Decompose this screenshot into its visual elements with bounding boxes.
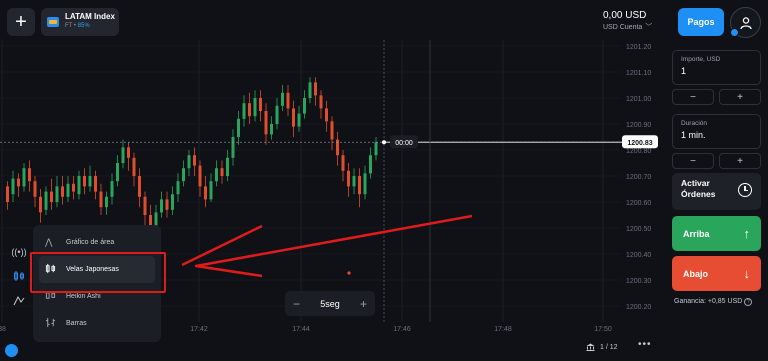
arriba-label: Arriba: [683, 228, 710, 239]
trade-panel: Importe, USD 1 − + Duración 1 min. − +: [672, 50, 762, 178]
duration-steppers: − +: [672, 153, 762, 169]
timeframe-selector: − 5seg +: [285, 291, 375, 316]
profit-info: Ganancia: +0,85 USD?: [674, 298, 753, 306]
duration-label: Duración: [681, 120, 708, 127]
amount-decrease-button[interactable]: −: [672, 89, 714, 105]
duration-increase-button[interactable]: +: [719, 153, 761, 169]
trading-app: + LATAM Index FT • 85% 0,00 USD USD Cuen…: [0, 0, 768, 361]
page-indicator[interactable]: 1 / 12: [586, 343, 618, 351]
clock-icon: [738, 183, 752, 197]
page-count: 1 / 12: [600, 343, 618, 351]
bottom-bar: [0, 340, 660, 361]
bank-icon: [586, 343, 595, 351]
abajo-button[interactable]: Abajo ↓: [672, 256, 761, 291]
abajo-label: Abajo: [683, 268, 709, 279]
profit-text: Ganancia: +0,85 USD: [674, 298, 743, 305]
arrow-down-icon: ↓: [743, 266, 751, 281]
help-icon[interactable]: ?: [744, 298, 753, 306]
app-logo-icon[interactable]: [5, 344, 18, 357]
amount-steppers: − +: [672, 89, 762, 105]
pagos-button[interactable]: Pagos: [678, 8, 724, 36]
amount-label: Importe, USD: [681, 56, 721, 63]
amount-increase-button[interactable]: +: [719, 89, 761, 105]
arriba-button[interactable]: Arriba ↑: [672, 216, 761, 251]
more-options-button[interactable]: •••: [638, 339, 652, 350]
timeframe-increase-button[interactable]: +: [360, 297, 367, 311]
duration-decrease-button[interactable]: −: [672, 153, 714, 169]
amount-field[interactable]: Importe, USD 1: [672, 50, 761, 85]
timeframe-value[interactable]: 5seg: [320, 299, 340, 309]
user-status-badge: [730, 28, 739, 37]
user-icon: [739, 16, 752, 29]
timeframe-decrease-button[interactable]: −: [293, 297, 300, 311]
annotation-arrow: [181, 214, 473, 278]
duration-value[interactable]: 1 min.: [681, 128, 752, 142]
duration-field[interactable]: Duración 1 min.: [672, 114, 761, 149]
amount-value[interactable]: 1: [681, 64, 752, 78]
activar-label: Activar Órdenes: [681, 178, 716, 199]
arrow-up-icon: ↑: [743, 226, 751, 241]
activar-ordenes-button[interactable]: Activar Órdenes: [672, 173, 761, 210]
